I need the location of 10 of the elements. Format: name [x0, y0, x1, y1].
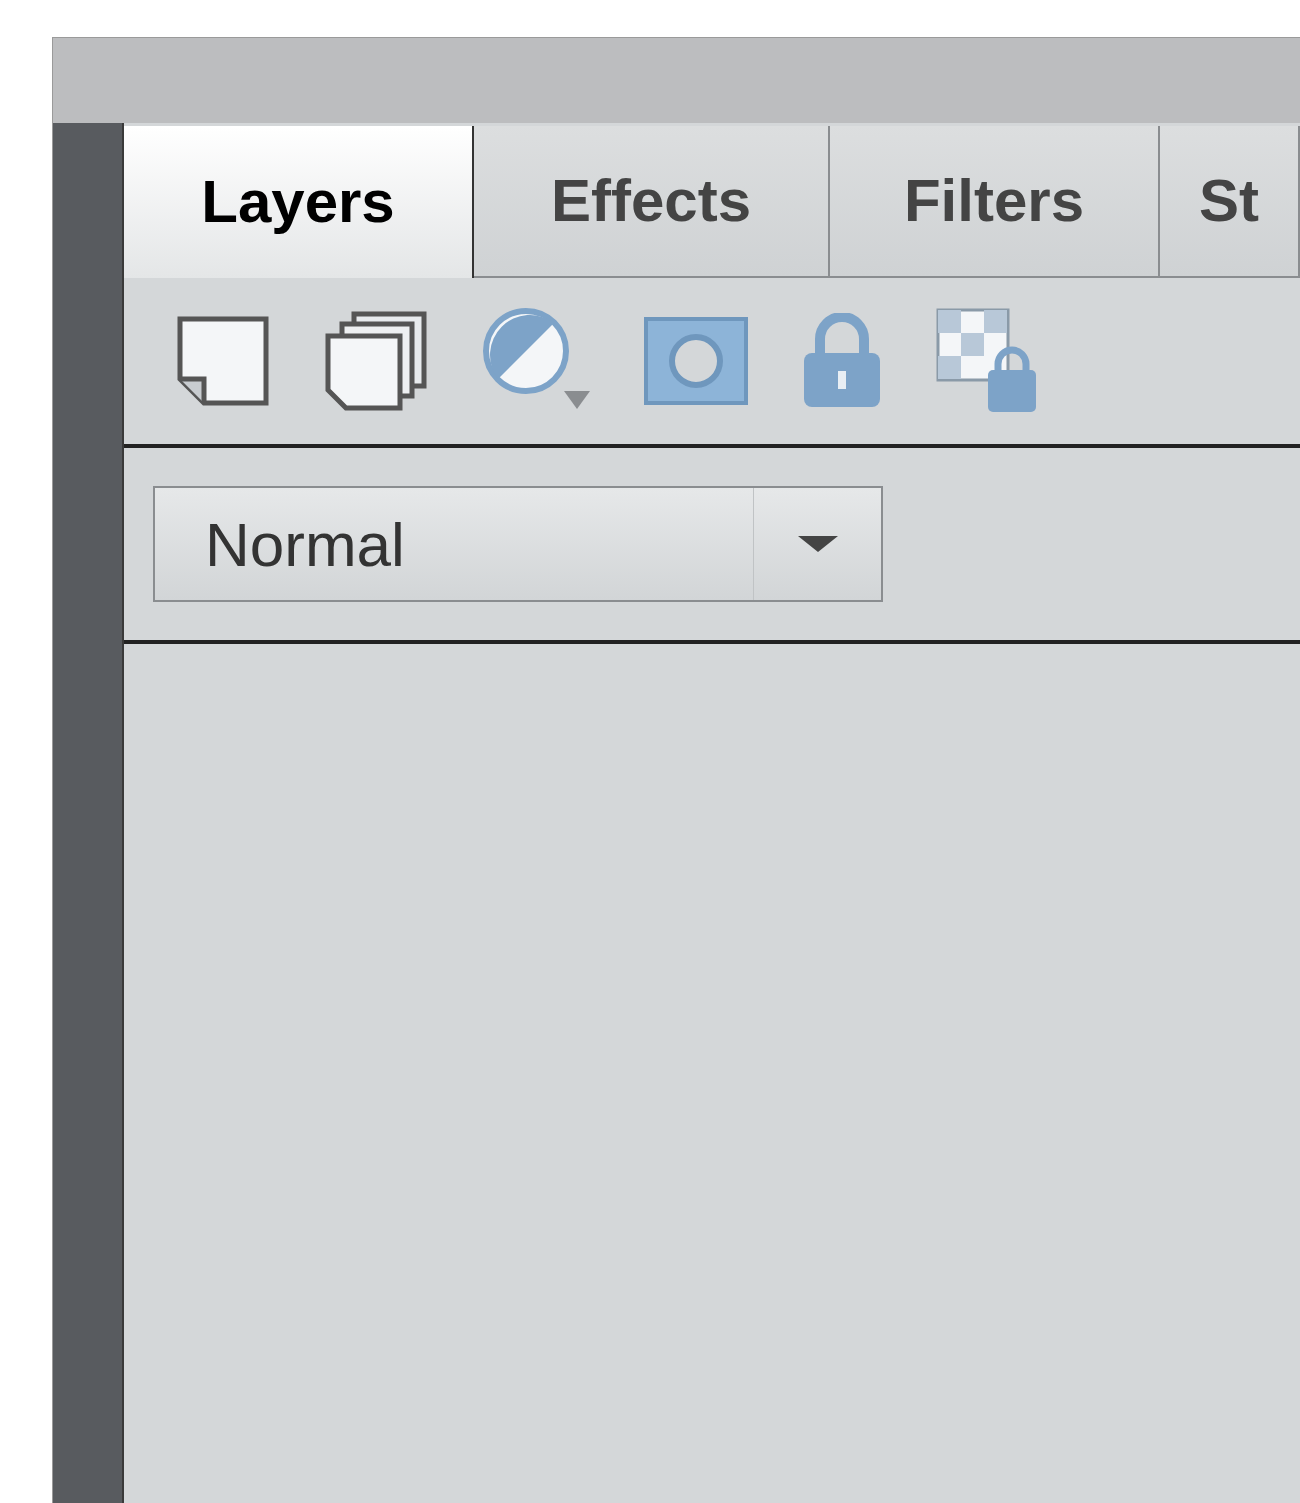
panel-tab[interactable]: St — [1160, 126, 1300, 278]
stacked-pages-icon[interactable] — [324, 310, 428, 412]
panel-tab[interactable]: Layers — [124, 126, 474, 278]
blend-mode-value: Normal — [204, 508, 406, 581]
caret-down-icon — [797, 536, 838, 552]
new-page-icon[interactable] — [176, 315, 272, 407]
panel-tab[interactable]: Filters — [830, 126, 1160, 278]
mask-icon[interactable] — [644, 317, 748, 405]
blend-mode-dropdown[interactable]: Normal — [153, 486, 883, 602]
panel-tab[interactable]: Effects — [474, 126, 830, 278]
